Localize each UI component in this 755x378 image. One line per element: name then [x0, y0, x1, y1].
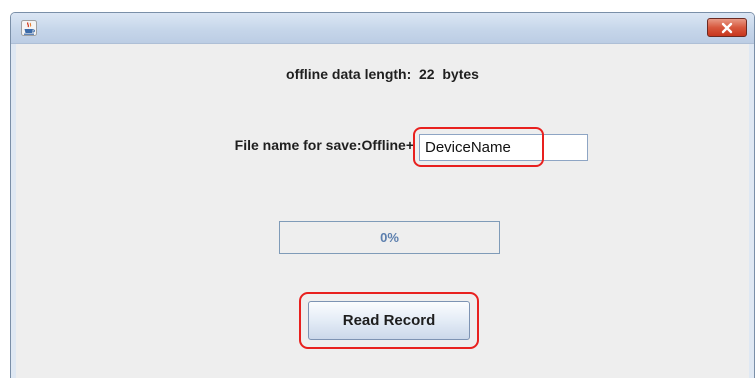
progress-text: 0% — [380, 230, 399, 245]
title-bar[interactable] — [11, 13, 754, 44]
offline-data-length-label: offline data length: 22 bytes — [286, 66, 479, 82]
file-name-label: File name for save:Offline+ — [234, 137, 414, 153]
read-record-button[interactable]: Read Record — [308, 301, 470, 340]
close-icon — [721, 22, 733, 33]
close-button[interactable] — [707, 18, 747, 37]
dialog-window: offline data length: 22 bytes File name … — [10, 12, 755, 378]
file-name-input[interactable] — [419, 134, 588, 161]
java-cup-icon — [21, 20, 37, 36]
progress-bar: 0% — [279, 221, 500, 254]
content-panel: offline data length: 22 bytes File name … — [16, 44, 749, 378]
